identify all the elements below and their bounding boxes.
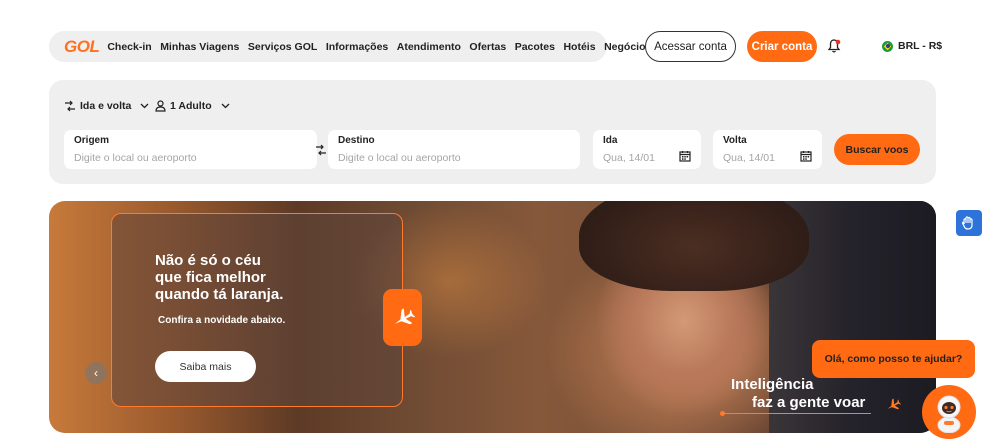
main-nav: GOL Check-in Minhas Viagens Serviços GOL… [49,31,651,62]
chevron-down-icon [140,103,149,109]
bell-icon[interactable] [826,38,842,54]
nav-item-hoteis[interactable]: Hotéis [563,41,595,53]
flight-search-panel: Ida e volta 1 Adulto Origem Digite o loc… [49,80,936,184]
search-flights-button[interactable]: Buscar voos [834,134,920,165]
calendar-icon[interactable] [800,150,812,162]
return-input[interactable]: Qua, 14/01 [723,152,812,164]
nav-item-atendimento[interactable]: Atendimento [397,41,461,53]
nav-item-servicos-gol[interactable]: Serviços GOL [248,41,317,53]
origin-field[interactable]: Origem Digite o local ou aeroporto [64,130,317,169]
trip-type-select[interactable]: Ida e volta [64,100,153,112]
nav-item-pacotes[interactable]: Pacotes [515,41,555,53]
destination-label: Destino [338,135,375,146]
learn-more-button[interactable]: Saiba mais [155,351,256,382]
nav-item-informacoes[interactable]: Informações [326,41,388,53]
depart-label: Ida [603,135,618,146]
currency-label: BRL - R$ [898,40,943,52]
trip-type-label: Ida e volta [80,100,132,112]
depart-input[interactable]: Qua, 14/01 [603,152,691,164]
hero-title: Não é só o céu que fica melhor quando tá… [155,252,355,303]
nav-item-ofertas[interactable]: Ofertas [469,41,506,53]
hero-title-line: Não é só o céu [155,252,261,269]
signup-button[interactable]: Criar conta [747,31,817,62]
trip-type-icon [65,100,75,112]
chat-greeting-bubble[interactable]: Olá, como posso te ajudar? [812,340,975,378]
carousel-prev-button[interactable]: ‹ [85,362,107,384]
hero-tagline: Inteligência faz a gente voar [731,376,865,412]
tagline-underline [721,413,871,414]
chevron-left-icon: ‹ [94,366,98,380]
nav-item-check-in[interactable]: Check-in [107,41,151,53]
currency-selector[interactable]: BRL - R$ [882,40,942,52]
hero-photo-hair [579,201,809,291]
gol-logo[interactable]: GOL [64,37,100,57]
plane-icon [885,397,902,418]
return-date-field[interactable]: Volta Qua, 14/01 [713,130,822,169]
passengers-label: 1 Adulto [170,100,212,112]
login-button[interactable]: Acessar conta [645,31,736,62]
person-icon [155,100,166,112]
calendar-icon[interactable] [679,150,691,162]
tagline-line: faz a gente voar [752,394,866,411]
chatbot-avatar-icon[interactable] [922,385,976,439]
hero-promo-card [111,213,403,407]
origin-label: Origem [74,135,110,146]
passengers-select[interactable]: 1 Adulto [155,100,234,112]
tagline-line: Inteligência [731,376,814,393]
hero-title-line: que fica melhor [155,269,266,286]
swap-icon[interactable] [315,143,327,161]
nav-item-minhas-viagens[interactable]: Minhas Viagens [160,41,239,53]
plane-icon [383,289,422,346]
brazil-flag-icon [882,40,893,52]
hero-subtitle: Confira a novidade abaixo. [158,315,286,326]
hero-banner[interactable]: Não é só o céu que fica melhor quando tá… [49,201,936,433]
destination-field[interactable]: Destino Digite o local ou aeroporto [328,130,580,169]
sign-language-icon[interactable] [956,210,982,236]
hero-title-line: quando tá laranja. [155,286,284,303]
origin-input[interactable]: Digite o local ou aeroporto [74,152,307,164]
depart-date-field[interactable]: Ida Qua, 14/01 [593,130,701,169]
return-label: Volta [723,135,747,146]
destination-input[interactable]: Digite o local ou aeroporto [338,152,570,164]
chevron-down-icon [221,103,230,109]
